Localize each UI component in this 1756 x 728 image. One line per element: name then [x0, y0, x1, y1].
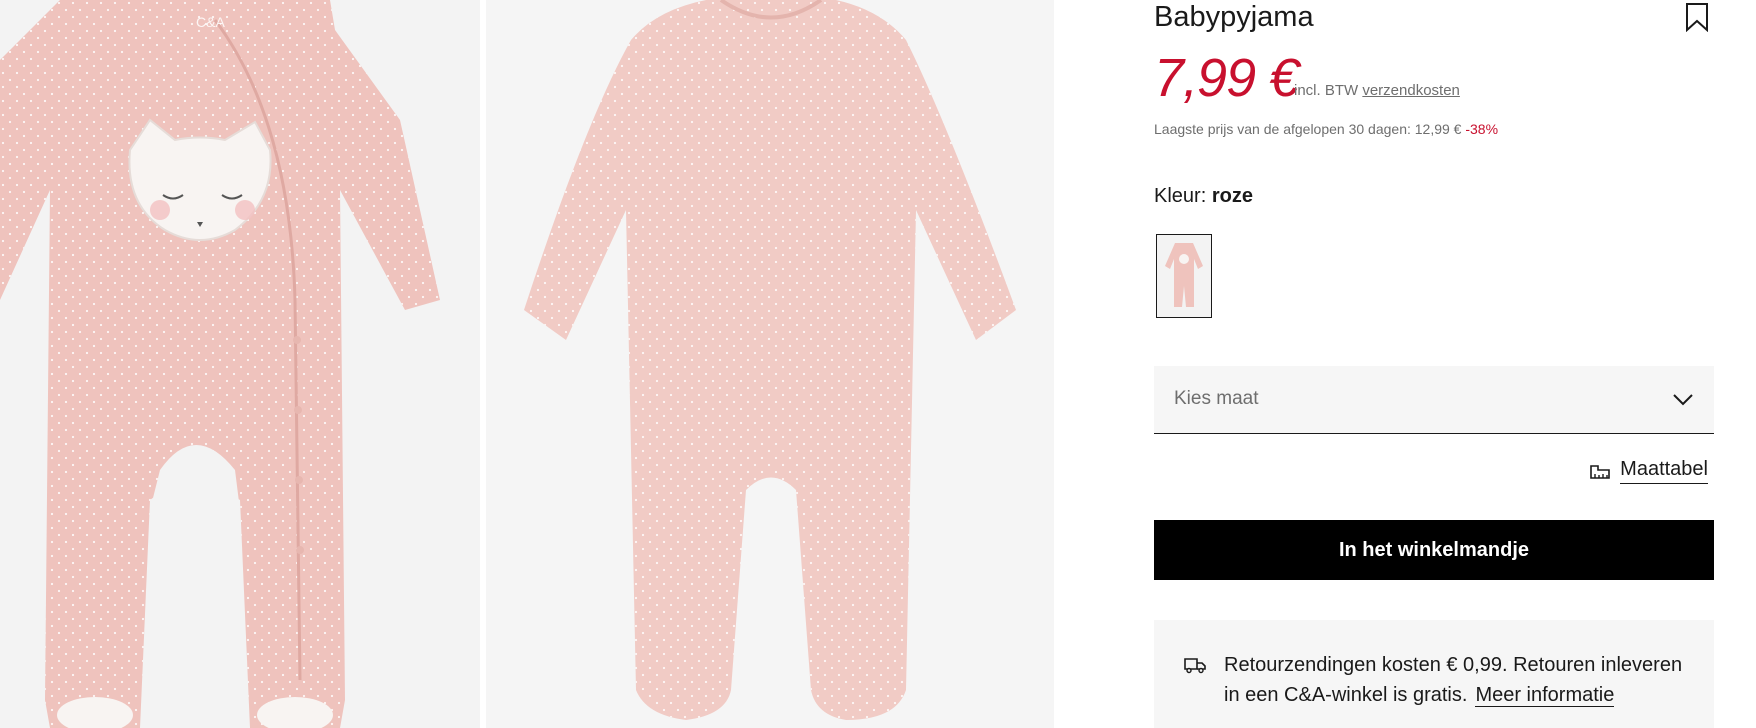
product-image-front[interactable]: C&A — [0, 0, 480, 728]
swatch-thumbnail — [1165, 243, 1203, 307]
product-title: Babypyjama — [1154, 1, 1314, 33]
size-select[interactable]: Kies maat — [1154, 366, 1714, 434]
lowest-price-info: Laagste prijs van de afgelopen 30 dagen:… — [1154, 121, 1498, 137]
size-table-label: Maattabel — [1620, 458, 1708, 484]
lowest-price-text: Laagste prijs van de afgelopen 30 dagen:… — [1154, 121, 1462, 137]
shipping-costs-link[interactable]: verzendkosten — [1362, 82, 1460, 99]
bookmark-icon — [1686, 3, 1708, 33]
bookmark-button[interactable] — [1684, 2, 1710, 33]
vat-info: incl. BTW verzendkosten — [1294, 82, 1460, 99]
chevron-down-icon — [1673, 394, 1693, 406]
color-label-text: Kleur: — [1154, 185, 1207, 207]
add-to-cart-button[interactable]: In het winkelmandje — [1154, 520, 1714, 580]
ruler-icon — [1590, 465, 1610, 479]
more-info-link[interactable]: Meer informatie — [1475, 684, 1615, 707]
product-info-panel: Babypyjama 7,99 € incl. BTW verzendkoste… — [1154, 0, 1714, 728]
discount-badge: -38% — [1465, 121, 1499, 137]
color-value: roze — [1211, 185, 1253, 207]
color-swatch-roze[interactable] — [1156, 234, 1212, 318]
truck-icon — [1184, 658, 1206, 674]
brand-mark: C&A — [196, 14, 225, 30]
color-label: Kleur: roze — [1154, 185, 1253, 208]
size-table-link[interactable]: Maattabel — [1590, 458, 1708, 484]
product-image-back[interactable] — [486, 0, 1054, 728]
returns-text-block: Retourzendingen kosten € 0,99. Retouren … — [1224, 650, 1684, 710]
size-select-placeholder: Kies maat — [1174, 388, 1259, 409]
babypyjama-back-illustration — [486, 0, 1054, 728]
product-price: 7,99 € — [1154, 48, 1299, 108]
vat-label: incl. BTW — [1294, 82, 1359, 99]
returns-info-box: Retourzendingen kosten € 0,99. Retouren … — [1154, 620, 1714, 728]
babypyjama-front-illustration: C&A — [0, 0, 480, 728]
